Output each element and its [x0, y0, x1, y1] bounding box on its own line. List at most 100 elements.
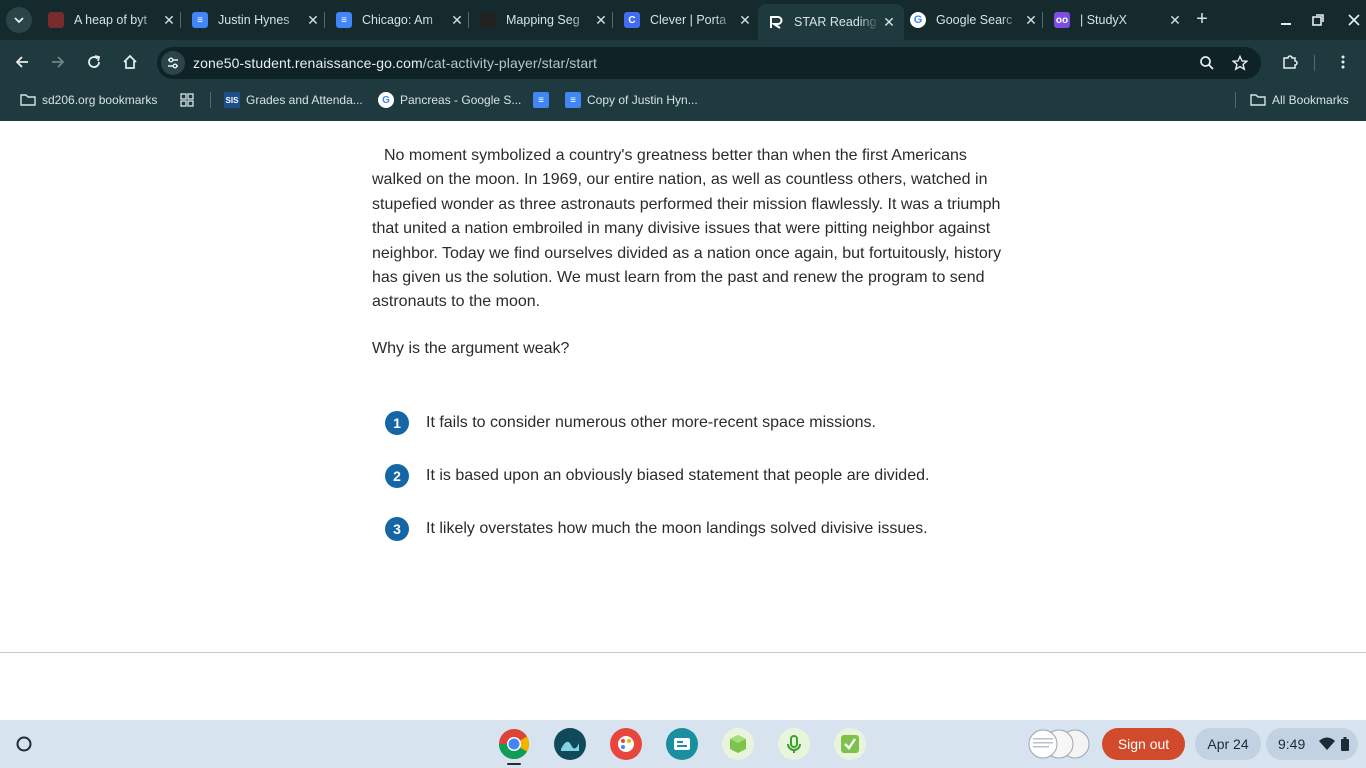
- url-path: /cat-activity-player/star/start: [422, 55, 598, 71]
- close-icon[interactable]: ✕: [1022, 11, 1040, 29]
- address-bar[interactable]: zone50-student.renaissance-go.com/cat-ac…: [157, 47, 1261, 79]
- bookmark-apps[interactable]: [179, 91, 201, 109]
- tab-title: Google Searc: [936, 13, 1013, 27]
- date-tray[interactable]: Apr 24: [1195, 728, 1261, 760]
- reload-icon: [88, 55, 101, 68]
- bookmark-label: sd206.org bookmarks: [42, 93, 158, 107]
- home-button[interactable]: [118, 50, 142, 74]
- paint-app[interactable]: [610, 728, 642, 760]
- clever-icon: C: [624, 12, 640, 28]
- google-docs-icon: ≡: [565, 92, 581, 108]
- answer-option-2[interactable]: 2 It is based upon an obviously biased s…: [385, 463, 929, 489]
- tab-justin-hynes[interactable]: ≡ Justin Hynes ✕: [182, 6, 328, 34]
- puzzle-icon: [1283, 55, 1298, 69]
- check-app-icon: [841, 735, 859, 753]
- reading-passage: No moment symbolized a country's greatne…: [372, 147, 1002, 311]
- bookmark-label: Copy of Justin Hyn...: [587, 93, 698, 107]
- launcher-button[interactable]: [10, 730, 38, 758]
- close-window-button[interactable]: [1342, 8, 1366, 32]
- tab-a-heap-of-bytes[interactable]: A heap of byt ✕: [38, 6, 184, 34]
- cube-app-icon: [730, 735, 746, 753]
- site-info-icon[interactable]: [161, 51, 185, 75]
- bookmark-sd206[interactable]: sd206.org bookmarks: [20, 91, 157, 109]
- holding-space-thumbnails[interactable]: [1025, 729, 1093, 759]
- minimize-button[interactable]: [1274, 8, 1298, 32]
- mic-app[interactable]: [778, 728, 810, 760]
- new-tab-button[interactable]: +: [1192, 9, 1212, 30]
- close-icon[interactable]: ✕: [160, 11, 178, 29]
- close-icon[interactable]: ✕: [304, 11, 322, 29]
- close-icon[interactable]: ✕: [448, 11, 466, 29]
- url-host: zone50-student.renaissance-go.com: [193, 55, 423, 71]
- status-tray[interactable]: 9:49: [1266, 728, 1358, 760]
- launcher-icon: [16, 736, 32, 752]
- close-icon[interactable]: ✕: [592, 11, 610, 29]
- option-number: 2: [385, 464, 409, 488]
- bookmark-pancreas[interactable]: G Pancreas - Google S...: [378, 91, 521, 109]
- answer-option-1[interactable]: 1 It fails to consider numerous other mo…: [385, 410, 876, 436]
- close-icon[interactable]: ✕: [736, 11, 754, 29]
- mic-app-icon: [787, 735, 801, 753]
- lab-app-icon: [561, 741, 579, 751]
- bookmark-copy-of-justin[interactable]: ≡ Copy of Justin Hyn...: [565, 91, 698, 109]
- all-bookmarks-button[interactable]: All Bookmarks: [1250, 91, 1349, 109]
- tab-strip: A heap of byt ✕ ≡ Justin Hynes ✕ ≡ Chica…: [0, 0, 1366, 40]
- tab-google-search[interactable]: G Google Searc ✕: [900, 6, 1046, 34]
- option-number: 3: [385, 517, 409, 541]
- bookmark-grades[interactable]: SIS Grades and Attenda...: [224, 91, 363, 109]
- lab-app[interactable]: [554, 728, 586, 760]
- system-shelf: Sign out Apr 24 9:49: [0, 720, 1366, 768]
- star-reading-page: No moment symbolized a country's greatne…: [0, 121, 1366, 720]
- clock-time: 9:49: [1278, 736, 1306, 752]
- tab-title: Mapping Seg: [506, 13, 580, 27]
- reload-button[interactable]: [82, 50, 106, 74]
- check-app[interactable]: [834, 728, 866, 760]
- sign-out-button[interactable]: Sign out: [1102, 728, 1185, 760]
- close-icon[interactable]: ✕: [880, 13, 898, 31]
- option-number: 1: [385, 411, 409, 435]
- bookmarks-bar: sd206.org bookmarks SIS Grades and Atten…: [0, 86, 1366, 114]
- chrome-app[interactable]: [498, 728, 530, 760]
- answer-option-3[interactable]: 3 It likely overstates how much the moon…: [385, 516, 928, 542]
- restore-button[interactable]: [1306, 8, 1330, 32]
- google-docs-icon: ≡: [533, 92, 549, 108]
- tab-search-button[interactable]: [6, 7, 32, 33]
- bookmark-star-button[interactable]: [1228, 51, 1252, 75]
- option-text: It likely overstates how much the moon l…: [426, 520, 928, 537]
- browser-chrome: A heap of byt ✕ ≡ Justin Hynes ✕ ≡ Chica…: [0, 0, 1366, 121]
- tab-title: STAR Reading: [794, 15, 877, 29]
- more-vertical-icon: [1341, 55, 1345, 69]
- wifi-icon: [1319, 737, 1336, 750]
- home-icon: [123, 54, 137, 69]
- bookmark-label: Grades and Attenda...: [246, 93, 363, 107]
- tab-clever-portal[interactable]: C Clever | Porta ✕: [614, 6, 760, 34]
- zoom-button[interactable]: [1195, 51, 1219, 75]
- classroom-app[interactable]: [666, 728, 698, 760]
- tab-chicago[interactable]: ≡ Chicago: Am ✕: [326, 6, 472, 34]
- tab-star-reading[interactable]: STAR Reading ✕: [758, 4, 904, 40]
- tab-mapping-segregation[interactable]: Mapping Seg ✕: [470, 6, 616, 34]
- browser-menu-button[interactable]: [1331, 50, 1355, 74]
- tab-studyx[interactable]: oo | StudyX ✕: [1044, 6, 1190, 34]
- apps-grid-icon: [179, 92, 195, 108]
- arrow-right-icon: [52, 56, 65, 68]
- tab-title: Clever | Porta: [650, 13, 727, 27]
- close-icon[interactable]: ✕: [1166, 11, 1184, 29]
- arrow-left-icon: [15, 56, 28, 68]
- minimize-icon: [1281, 23, 1291, 25]
- cube-app[interactable]: [722, 728, 754, 760]
- back-button[interactable]: [10, 50, 34, 74]
- extensions-button[interactable]: [1278, 50, 1302, 74]
- paint-app-icon: [618, 736, 634, 752]
- battery-icon: [1341, 737, 1350, 751]
- question-prompt: Why is the argument weak?: [372, 340, 570, 357]
- forward-button[interactable]: [46, 50, 70, 74]
- classroom-app-icon: [674, 738, 690, 750]
- renaissance-icon: [768, 14, 784, 30]
- bookmark-doc[interactable]: ≡: [533, 91, 555, 109]
- google-icon: G: [910, 12, 926, 28]
- option-text: It fails to consider numerous other more…: [426, 414, 876, 431]
- google-docs-icon: ≡: [336, 12, 352, 28]
- chrome-icon: [499, 729, 530, 760]
- tab-title: Chicago: Am: [362, 13, 433, 27]
